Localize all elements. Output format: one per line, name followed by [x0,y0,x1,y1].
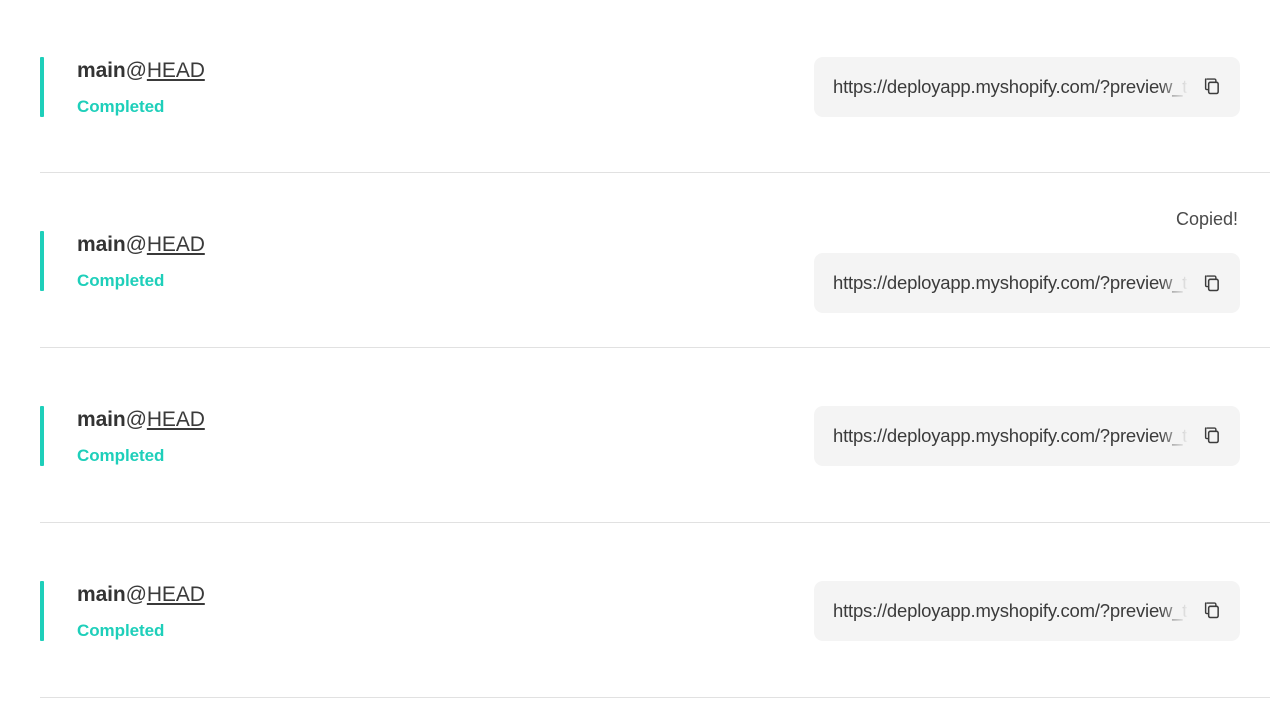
deployment-row: main@HEAD Completed Copied! https://depl… [0,523,1280,698]
commit-ref-link[interactable]: HEAD [147,583,205,606]
preview-url-text: https://deployapp.myshopify.com/?preview… [833,599,1188,621]
preview-url-text: https://deployapp.myshopify.com/?preview… [833,272,1188,293]
preview-url-text-wrap: https://deployapp.myshopify.com/?preview… [833,74,1188,100]
deployment-row: main@HEAD Completed Copied! https://depl… [0,173,1280,348]
preview-url-text: https://deployapp.myshopify.com/?preview… [833,75,1188,97]
preview-url-text-wrap: https://deployapp.myshopify.com/?preview… [833,270,1188,296]
deployment-url-area: Copied! https://deployapp.myshopify.com/… [814,208,1240,313]
deployment-meta: main@HEAD Completed [44,581,205,641]
copy-icon [1202,426,1221,445]
preview-url-text-wrap: https://deployapp.myshopify.com/?preview… [833,423,1188,449]
preview-url-field[interactable]: https://deployapp.myshopify.com/?preview… [814,56,1240,117]
deployment-summary: main@HEAD Completed [40,405,205,466]
branch-ref-line: main@HEAD [77,406,205,433]
deployment-row: main@HEAD Completed Copied! https://depl… [0,348,1280,523]
branch-name: main [77,407,126,431]
commit-ref-link[interactable]: HEAD [147,408,205,431]
copy-url-button[interactable] [1196,421,1226,451]
status-badge: Completed [77,445,165,465]
branch-ref-line: main@HEAD [77,581,205,608]
branch-name: main [77,582,126,606]
branch-separator: @ [125,582,147,606]
branch-name: main [77,58,126,82]
preview-url-text-wrap: https://deployapp.myshopify.com/?preview… [833,598,1188,624]
status-badge: Completed [77,270,165,290]
copy-icon [1202,274,1221,293]
commit-ref-link[interactable]: HEAD [147,59,205,82]
copy-icon [1202,77,1221,96]
copied-toast: Copied! [1175,209,1238,229]
deployment-summary: main@HEAD Completed [40,230,205,291]
branch-separator: @ [125,58,147,82]
branch-ref-line: main@HEAD [77,231,205,258]
deployment-summary: main@HEAD Completed [40,56,205,117]
copy-url-button[interactable] [1196,268,1226,298]
deployment-meta: main@HEAD Completed [44,57,205,117]
status-badge: Completed [77,620,165,640]
preview-url-field[interactable]: https://deployapp.myshopify.com/?preview… [814,580,1240,641]
deployment-row: main@HEAD Completed Copied! https://depl… [0,0,1280,173]
branch-separator: @ [125,407,147,431]
copy-icon [1202,601,1221,620]
commit-ref-link[interactable]: HEAD [147,233,205,256]
status-badge: Completed [77,96,165,116]
copy-url-button[interactable] [1196,72,1226,102]
deployment-url-area: Copied! https://deployapp.myshopify.com/… [814,580,1240,641]
deployment-meta: main@HEAD Completed [44,406,205,466]
deployment-url-area: Copied! https://deployapp.myshopify.com/… [814,405,1240,466]
branch-separator: @ [125,232,147,256]
deployment-list: main@HEAD Completed Copied! https://depl… [0,0,1280,720]
preview-url-field[interactable]: https://deployapp.myshopify.com/?preview… [814,253,1240,313]
branch-ref-line: main@HEAD [77,57,205,84]
deployment-summary: main@HEAD Completed [40,580,205,641]
deployment-url-area: Copied! https://deployapp.myshopify.com/… [814,56,1240,117]
preview-url-field[interactable]: https://deployapp.myshopify.com/?preview… [814,405,1240,466]
preview-url-text: https://deployapp.myshopify.com/?preview… [833,424,1188,446]
branch-name: main [77,232,126,256]
deployment-meta: main@HEAD Completed [44,231,205,291]
copy-url-button[interactable] [1196,596,1226,626]
